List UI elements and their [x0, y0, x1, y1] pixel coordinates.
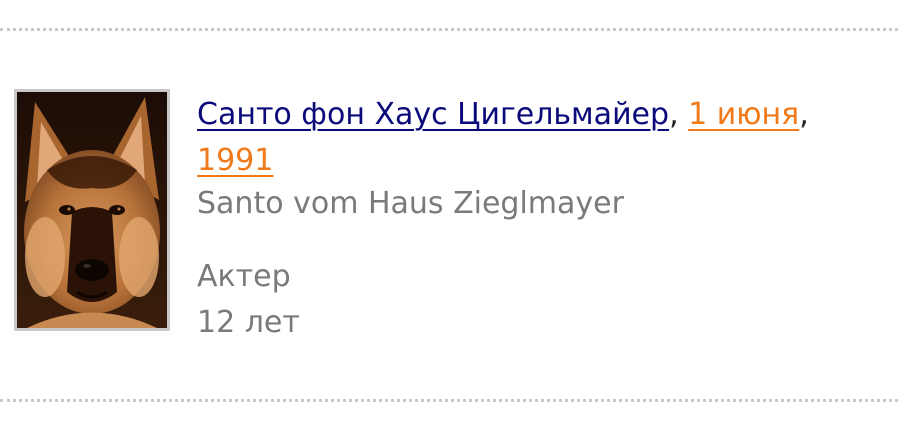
occupation: Актер	[197, 259, 291, 294]
birth-year-link[interactable]: 1991	[197, 143, 273, 178]
comma-separator: ,	[669, 97, 679, 132]
original-name: Santo vom Haus Zieglmayer	[197, 186, 624, 221]
birth-day-month-link[interactable]: 1 июня	[688, 97, 799, 132]
bottom-dotted-divider	[0, 399, 898, 402]
person-photo[interactable]	[14, 89, 170, 331]
top-dotted-divider	[0, 28, 898, 31]
person-name-link[interactable]: Санто фон Хаус Цигельмайер	[197, 97, 669, 132]
age: 12 лет	[197, 305, 300, 340]
dog-portrait-image	[17, 92, 167, 328]
comma-separator: ,	[799, 97, 809, 132]
title-line: Санто фон Хаус Цигельмайер, 1 июня, 1991	[197, 92, 887, 184]
person-info: Санто фон Хаус Цигельмайер, 1 июня, 1991…	[197, 92, 887, 346]
